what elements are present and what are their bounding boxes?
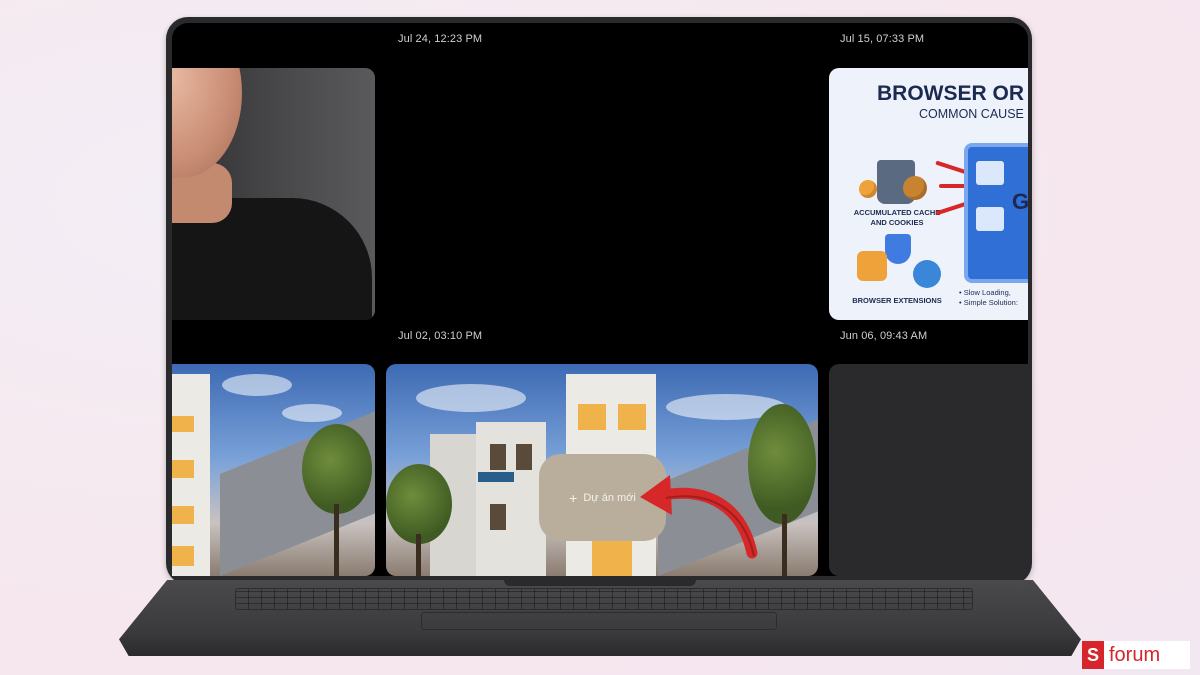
globe-icon: [913, 260, 941, 288]
photo-tile-person[interactable]: [172, 68, 375, 320]
timestamp: Jul 15, 07:33 PM: [840, 33, 925, 45]
timestamp: Jun 06, 09:43 AM: [840, 330, 928, 342]
infographic-title: BROWSER OR: [877, 82, 1024, 105]
photo-gallery-screen: Jul 24, 12:23 PM Jul 15, 07:33 PM Jul 02…: [172, 23, 1028, 576]
laptop-base: [119, 580, 1081, 656]
monitor-icon: GE: [964, 143, 1028, 283]
brand-name: forum: [1109, 643, 1161, 666]
timestamp: Jul 24, 12:23 PM: [398, 33, 483, 45]
trackpad: [421, 612, 777, 630]
timestamp: Jul 02, 03:10 PM: [398, 330, 483, 342]
photo-tile-empty[interactable]: [829, 364, 1028, 576]
photo-tile-house-left[interactable]: [172, 364, 375, 576]
plus-icon: +: [569, 489, 578, 506]
infographic-subtitle: COMMON CAUSE: [919, 107, 1024, 121]
label-extensions: BROWSER EXTENSIONS: [852, 296, 942, 305]
brand-logo-icon: S: [1082, 641, 1104, 669]
label-cache: ACCUMULATED CACHE AND COOKIES: [853, 208, 941, 227]
red-arrow-pointer: [640, 475, 758, 559]
keyboard: [235, 588, 973, 610]
shield-icon: [885, 234, 911, 264]
puzzle-icon: [857, 251, 887, 281]
brand-logo: S forum: [1082, 641, 1190, 669]
infographic-bullets: • Slow Loading, • Simple Solution:: [959, 288, 1018, 307]
photo-tile-infographic[interactable]: BROWSER OR COMMON CAUSE ACCUMULATED CACH…: [829, 68, 1028, 320]
cookie-icon: [903, 176, 927, 200]
folder-icon: [859, 180, 877, 198]
